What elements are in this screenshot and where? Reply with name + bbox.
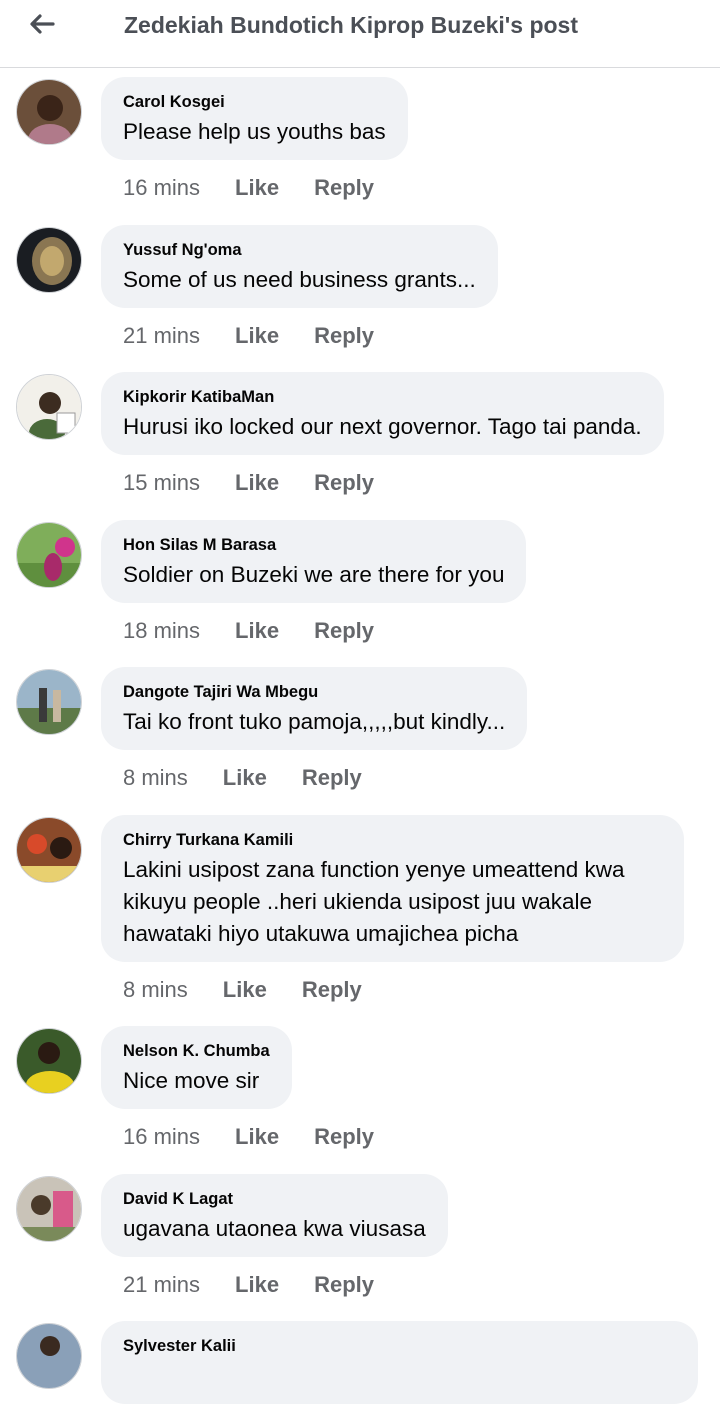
comment-text: Hurusi iko locked our next governor. Tag…	[123, 414, 642, 439]
comment-meta: 21 mins Like Reply	[123, 1272, 374, 1298]
avatar[interactable]	[16, 669, 82, 735]
like-button[interactable]: Like	[235, 323, 279, 349]
like-button[interactable]: Like	[235, 1124, 279, 1150]
reply-button[interactable]: Reply	[314, 1124, 374, 1150]
comment-author[interactable]: Sylvester Kalii	[123, 1335, 676, 1357]
comment-time[interactable]: 8 mins	[123, 977, 188, 1003]
comment-author[interactable]: Dangote Tajiri Wa Mbegu	[123, 681, 505, 703]
reply-button[interactable]: Reply	[314, 1272, 374, 1298]
comment-bubble[interactable]: Chirry Turkana Kamili Lakini usipost zan…	[101, 815, 684, 962]
avatar[interactable]	[16, 1176, 82, 1242]
comment-author[interactable]: Chirry Turkana Kamili	[123, 829, 662, 851]
like-button[interactable]: Like	[235, 175, 279, 201]
reply-button[interactable]: Reply	[302, 977, 362, 1003]
reply-button[interactable]: Reply	[314, 470, 374, 496]
avatar[interactable]	[16, 374, 82, 440]
avatar[interactable]	[16, 79, 82, 145]
comment-bubble[interactable]: David K Lagat ugavana utaonea kwa viusas…	[101, 1174, 448, 1257]
comment-text: Some of us need business grants...	[123, 267, 476, 292]
comment-time[interactable]: 15 mins	[123, 470, 200, 496]
comment-bubble[interactable]: Sylvester Kalii	[101, 1321, 698, 1404]
like-button[interactable]: Like	[235, 1272, 279, 1298]
top-bar: Zedekiah Bundotich Kiprop Buzeki's post	[0, 0, 720, 68]
comment-time[interactable]: 16 mins	[123, 175, 200, 201]
comment-text: Please help us youths bas	[123, 119, 386, 144]
avatar[interactable]	[16, 1028, 82, 1094]
like-button[interactable]: Like	[223, 765, 267, 791]
comment-meta: 8 mins Like Reply	[123, 977, 362, 1003]
comment-bubble[interactable]: Carol Kosgei Please help us youths bas	[101, 77, 408, 160]
comment-time[interactable]: 21 mins	[123, 323, 200, 349]
avatar[interactable]	[16, 227, 82, 293]
comment-bubble[interactable]: Nelson K. Chumba Nice move sir	[101, 1026, 292, 1109]
comment-time[interactable]: 16 mins	[123, 1124, 200, 1150]
comment-bubble[interactable]: Hon Silas M Barasa Soldier on Buzeki we …	[101, 520, 527, 603]
reply-button[interactable]: Reply	[314, 323, 374, 349]
comment-meta: 15 mins Like Reply	[123, 470, 374, 496]
comment-meta: 16 mins Like Reply	[123, 1124, 374, 1150]
avatar[interactable]	[16, 817, 82, 883]
like-button[interactable]: Like	[235, 470, 279, 496]
comment-time[interactable]: 18 mins	[123, 618, 200, 644]
comment-author[interactable]: Carol Kosgei	[123, 91, 386, 113]
reply-button[interactable]: Reply	[302, 765, 362, 791]
arrow-left-icon	[30, 14, 55, 34]
page-title: Zedekiah Bundotich Kiprop Buzeki's post	[124, 12, 579, 38]
reply-button[interactable]: Reply	[314, 175, 374, 201]
comment-text: Soldier on Buzeki we are there for you	[123, 562, 505, 587]
like-button[interactable]: Like	[235, 618, 279, 644]
comment-author[interactable]: Hon Silas M Barasa	[123, 534, 504, 556]
reply-button[interactable]: Reply	[314, 618, 374, 644]
avatar[interactable]	[16, 1323, 82, 1389]
comment-time[interactable]: 21 mins	[123, 1272, 200, 1298]
comment-meta: 21 mins Like Reply	[123, 323, 374, 349]
comment-meta: 8 mins Like Reply	[123, 765, 362, 791]
comment-author[interactable]: Nelson K. Chumba	[123, 1040, 270, 1062]
comment-author[interactable]: David K Lagat	[123, 1188, 426, 1210]
like-button[interactable]: Like	[223, 977, 267, 1003]
comment-author[interactable]: Kipkorir KatibaMan	[123, 386, 642, 408]
comment-bubble[interactable]: Dangote Tajiri Wa Mbegu Tai ko front tuk…	[101, 667, 528, 750]
avatar[interactable]	[16, 522, 82, 588]
back-button[interactable]	[22, 4, 62, 44]
comment-meta: 18 mins Like Reply	[123, 618, 374, 644]
comment-text: Nice move sir	[123, 1068, 260, 1093]
comment-meta: 16 mins Like Reply	[123, 175, 374, 201]
comment-bubble[interactable]: Yussuf Ng'oma Some of us need business g…	[101, 225, 498, 308]
comment-text: ugavana utaonea kwa viusasa	[123, 1216, 426, 1241]
comment-text: Lakini usipost zana function yenye umeat…	[123, 857, 625, 946]
comment-text: Tai ko front tuko pamoja,,,,,but kindly.…	[123, 709, 506, 734]
comment-author[interactable]: Yussuf Ng'oma	[123, 239, 476, 261]
comment-bubble[interactable]: Kipkorir KatibaMan Hurusi iko locked our…	[101, 372, 664, 455]
comment-time[interactable]: 8 mins	[123, 765, 188, 791]
